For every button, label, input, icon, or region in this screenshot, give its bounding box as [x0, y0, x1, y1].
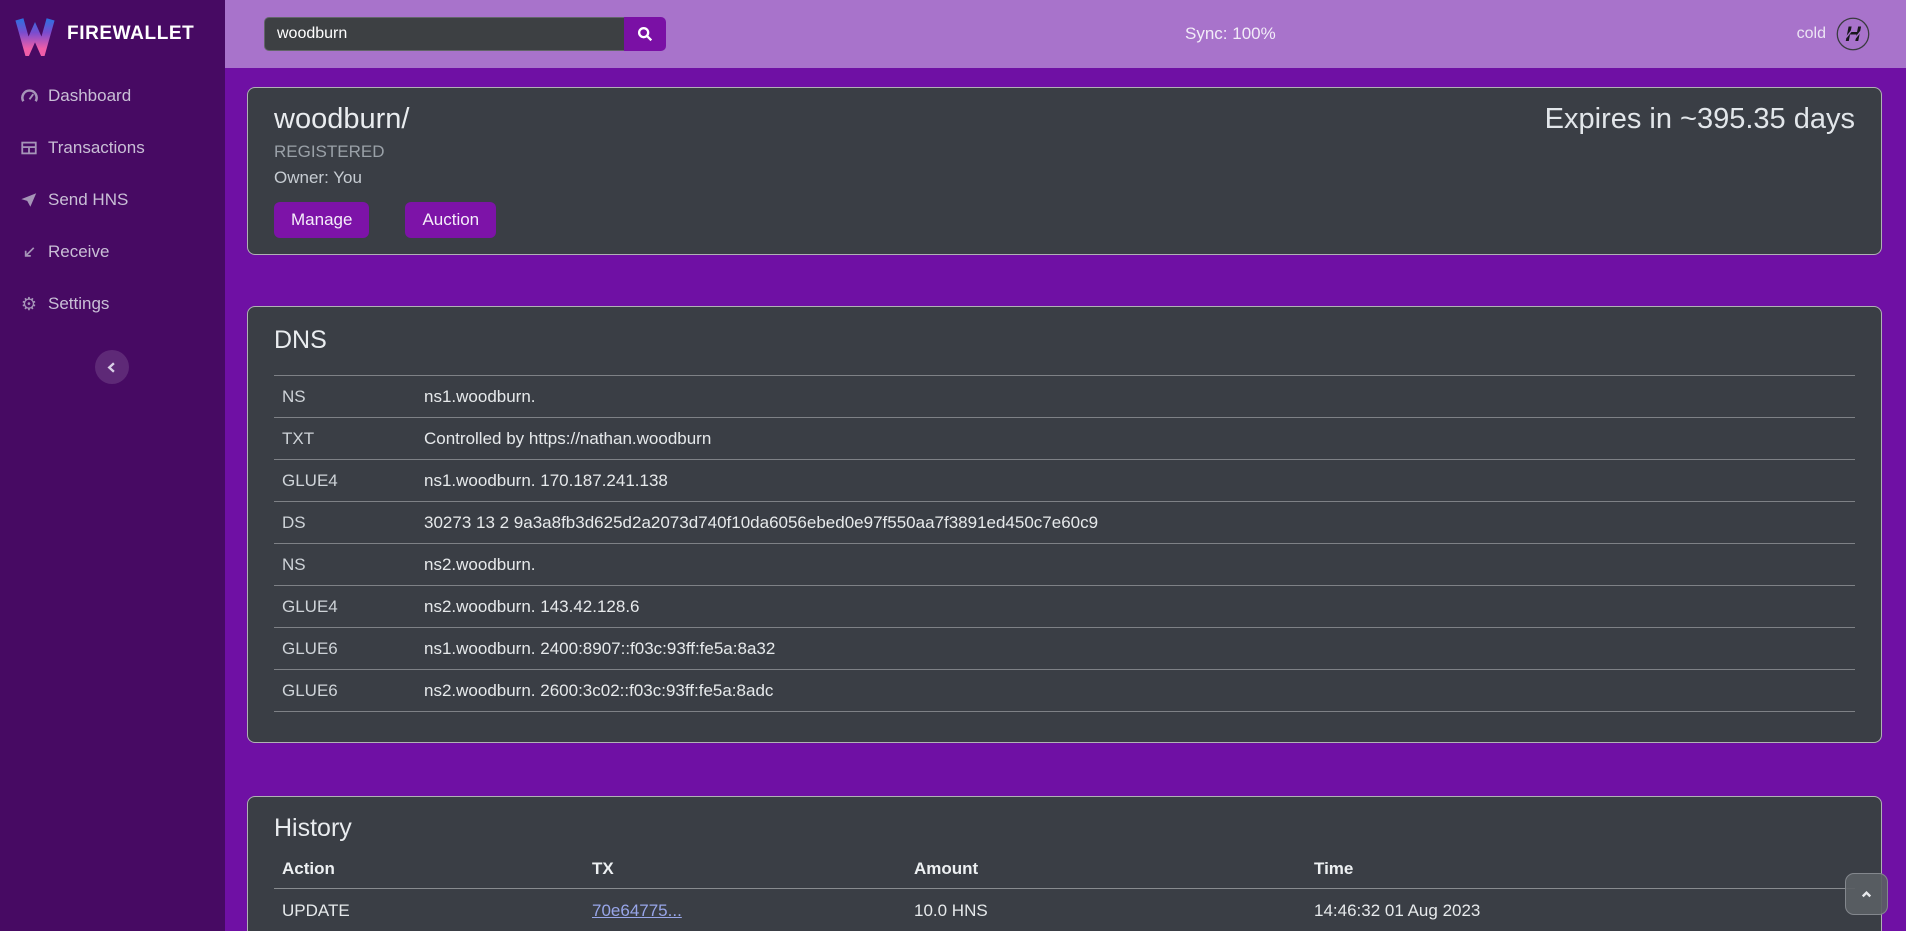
history-column-action: Action	[274, 849, 584, 889]
sidebar-item-label: Send HNS	[48, 190, 128, 210]
dns-record-type: GLUE4	[274, 460, 416, 502]
sidebar-item-settings[interactable]: ⚙ Settings	[0, 278, 225, 330]
history-table: Action TX Amount Time UPDATE 70e64775...…	[274, 849, 1855, 931]
dns-record-type: NS	[274, 376, 416, 418]
dns-record-value: ns2.woodburn. 2600:3c02::f03c:93ff:fe5a:…	[416, 670, 1855, 712]
dns-record-row: NS ns1.woodburn.	[274, 376, 1855, 418]
dns-record-value: Controlled by https://nathan.woodburn	[416, 418, 1855, 460]
domain-expiry: Expires in ~395.35 days	[1545, 102, 1855, 136]
sidebar-item-label: Settings	[48, 294, 109, 314]
dns-card: DNS NS ns1.woodburn. TXT Controlled by h…	[247, 306, 1882, 743]
sidebar-item-receive[interactable]: Receive	[0, 226, 225, 278]
brand-name: FIREWALLET	[67, 23, 194, 45]
sidebar-item-label: Dashboard	[48, 86, 131, 106]
speedometer-icon	[19, 86, 39, 106]
history-amount: 10.0 HNS	[906, 889, 1306, 931]
chevron-left-icon	[105, 360, 120, 375]
domain-name: woodburn/	[274, 102, 496, 136]
dns-record-value: ns1.woodburn. 2400:8907::f03c:93ff:fe5a:…	[416, 628, 1855, 670]
brand: FIREWALLET	[0, 0, 225, 68]
dns-record-value: ns1.woodburn. 170.187.241.138	[416, 460, 1855, 502]
wallet-selector[interactable]: cold H	[1797, 17, 1870, 51]
gear-icon: ⚙	[19, 294, 39, 314]
dns-record-type: GLUE6	[274, 670, 416, 712]
dns-record-type: NS	[274, 544, 416, 586]
receive-icon	[19, 242, 39, 262]
scroll-to-top-button[interactable]	[1845, 873, 1888, 915]
auction-button[interactable]: Auction	[405, 202, 496, 238]
search-icon	[636, 25, 654, 43]
domain-actions: Manage Auction	[274, 202, 496, 238]
dns-record-row: GLUE6 ns1.woodburn. 2400:8907::f03c:93ff…	[274, 628, 1855, 670]
search-button[interactable]	[624, 17, 666, 51]
history-header-row: Action TX Amount Time	[274, 849, 1855, 889]
sidebar: FIREWALLET Dashboard Transactions	[0, 0, 225, 931]
topbar: Sync: 100% cold H	[225, 0, 1906, 68]
manage-button[interactable]: Manage	[274, 202, 369, 238]
dns-record-row: NS ns2.woodburn.	[274, 544, 1855, 586]
history-card-title: History	[274, 813, 1855, 843]
dns-record-row: TXT Controlled by https://nathan.woodbur…	[274, 418, 1855, 460]
wallet-name: cold	[1797, 25, 1826, 43]
history-column-time: Time	[1306, 849, 1855, 889]
dns-record-value: ns2.woodburn.	[416, 544, 1855, 586]
dns-record-value: 30273 13 2 9a3a8fb3d625d2a2073d740f10da6…	[416, 502, 1855, 544]
dns-record-type: DS	[274, 502, 416, 544]
history-row: UPDATE 70e64775... 10.0 HNS 14:46:32 01 …	[274, 889, 1855, 931]
history-time: 14:46:32 01 Aug 2023	[1306, 889, 1855, 931]
dns-record-row: GLUE6 ns2.woodburn. 2600:3c02::f03c:93ff…	[274, 670, 1855, 712]
dns-record-row: GLUE4 ns2.woodburn. 143.42.128.6	[274, 586, 1855, 628]
sidebar-item-transactions[interactable]: Transactions	[0, 122, 225, 174]
dns-record-row: GLUE4 ns1.woodburn. 170.187.241.138	[274, 460, 1855, 502]
dns-record-type: GLUE4	[274, 586, 416, 628]
sidebar-item-label: Receive	[48, 242, 109, 262]
dns-card-title: DNS	[274, 325, 1855, 355]
sidebar-collapse-button[interactable]	[95, 350, 129, 384]
domain-card: woodburn/ REGISTERED Owner: You Manage A…	[247, 87, 1882, 255]
domain-status: REGISTERED	[274, 140, 496, 164]
table-icon	[19, 138, 39, 158]
history-column-amount: Amount	[906, 849, 1306, 889]
dns-record-type: GLUE6	[274, 628, 416, 670]
dns-record-type: TXT	[274, 418, 416, 460]
sidebar-item-send-hns[interactable]: Send HNS	[0, 174, 225, 226]
history-card: History Action TX Amount Time UPDATE 70e…	[247, 796, 1882, 931]
dns-record-value: ns2.woodburn. 143.42.128.6	[416, 586, 1855, 628]
sidebar-item-label: Transactions	[48, 138, 145, 158]
sidebar-item-dashboard[interactable]: Dashboard	[0, 70, 225, 122]
history-column-tx: TX	[584, 849, 906, 889]
tx-link[interactable]: 70e64775...	[592, 901, 682, 920]
dns-table: NS ns1.woodburn. TXT Controlled by https…	[274, 375, 1855, 712]
dns-record-row: DS 30273 13 2 9a3a8fb3d625d2a2073d740f10…	[274, 502, 1855, 544]
sync-status: Sync: 100%	[1185, 24, 1276, 44]
history-action: UPDATE	[274, 889, 584, 931]
domain-card-left: woodburn/ REGISTERED Owner: You Manage A…	[274, 102, 496, 238]
search-group	[264, 17, 666, 51]
dns-record-value: ns1.woodburn.	[416, 376, 1855, 418]
handshake-icon: H	[1836, 17, 1870, 51]
send-icon	[19, 190, 39, 210]
sidebar-nav: Dashboard Transactions Send HNS	[0, 68, 225, 330]
domain-owner: Owner: You	[274, 166, 496, 190]
chevron-up-icon	[1859, 887, 1874, 902]
search-input[interactable]	[264, 17, 624, 51]
firewallet-logo-icon	[13, 12, 57, 56]
main-content: woodburn/ REGISTERED Owner: You Manage A…	[225, 68, 1906, 931]
